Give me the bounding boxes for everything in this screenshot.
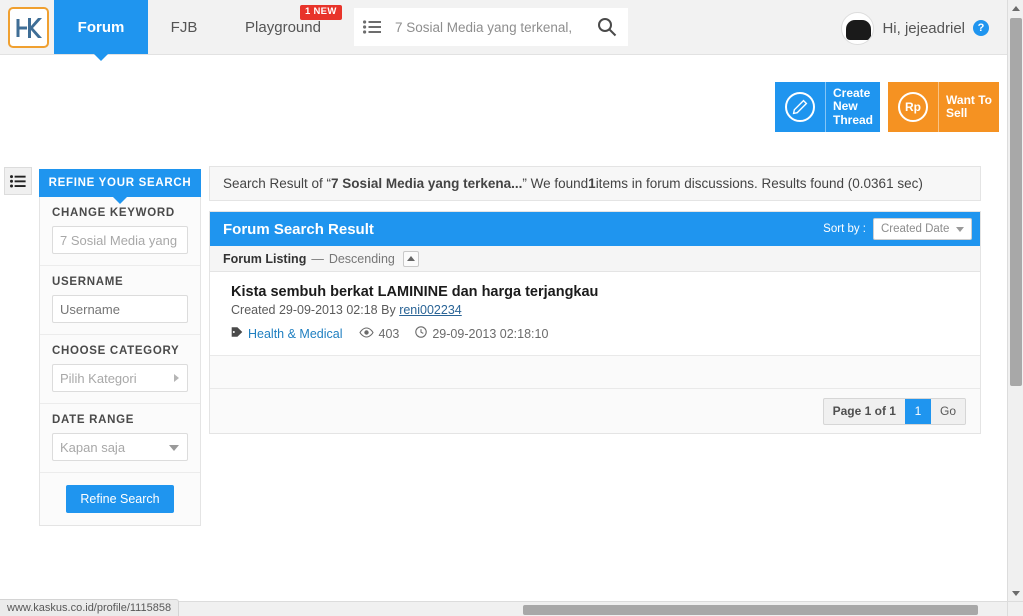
pagination-row: Page 1 of 1 1 Go	[210, 389, 980, 433]
scrollbar-corner	[1007, 601, 1023, 616]
active-tab-caret-icon	[94, 54, 108, 61]
search-info-middle: ” We found	[522, 176, 589, 191]
action-buttons-row: Create New Thread Rp Want To Sell	[775, 82, 999, 132]
create-new-thread-label: Create New Thread	[825, 82, 880, 132]
date-range-value: Kapan saja	[60, 439, 126, 455]
search-info-count: 1	[588, 176, 596, 191]
go-button[interactable]: Go	[930, 398, 965, 424]
user-greeting: Hi, jejeadriel	[882, 19, 965, 37]
result-category[interactable]: Health & Medical	[231, 326, 343, 341]
result-views: 403	[358, 326, 400, 341]
caret-up-icon[interactable]	[402, 250, 419, 267]
refine-header-caret-icon	[113, 197, 127, 204]
field-choose-category: CHOOSE CATEGORY Pilih Kategori	[40, 335, 200, 404]
username-input[interactable]	[52, 295, 188, 323]
tag-icon	[231, 326, 243, 341]
choose-category-select[interactable]: Pilih Kategori	[52, 364, 188, 392]
field-date-range: DATE RANGE Kapan saja	[40, 404, 200, 473]
vertical-scrollbar[interactable]	[1007, 0, 1023, 601]
browser-status-bar: www.kaskus.co.id/profile/1115858	[0, 599, 180, 616]
scroll-up-arrow-icon[interactable]	[1008, 0, 1023, 16]
result-timestamp: 29-09-2013 02:18:10	[415, 326, 548, 341]
refine-your-search-header[interactable]: REFINE YOUR SEARCH	[39, 169, 201, 204]
result-list: Kista sembuh berkat LAMININE dan harga t…	[210, 272, 980, 389]
list-icon[interactable]	[354, 8, 390, 46]
change-keyword-label: CHANGE KEYWORD	[52, 207, 175, 219]
username-label: USERNAME	[52, 276, 124, 288]
question-mark-icon[interactable]: ?	[973, 20, 989, 36]
eye-icon	[358, 326, 374, 341]
want-to-sell-label: Want To Sell	[938, 82, 999, 132]
tab-forum-label: Forum	[77, 18, 125, 36]
date-range-select[interactable]: Kapan saja	[52, 433, 188, 461]
result-tags: Health & Medical 403 29-09-2013 02:18:10	[231, 326, 967, 341]
result-created-text: Created 29-09-2013 02:18 By	[231, 303, 396, 317]
listing-dash: —	[311, 251, 324, 266]
refine-search-sidebar: CHANGE KEYWORD USERNAME CHOOSE CATEGORY …	[39, 169, 201, 526]
date-range-label: DATE RANGE	[52, 414, 135, 426]
rupiah-symbol: Rp	[898, 92, 929, 122]
kaskus-logo-icon[interactable]	[8, 7, 49, 48]
choose-category-label: CHOOSE CATEGORY	[52, 345, 180, 357]
field-username: USERNAME	[40, 266, 200, 335]
field-change-keyword: CHANGE KEYWORD	[40, 197, 200, 266]
sort-by-label: Sort by :	[823, 223, 866, 235]
page-number-1[interactable]: 1	[904, 398, 931, 424]
clock-icon	[415, 326, 428, 341]
scroll-down-arrow-icon[interactable]	[1008, 585, 1023, 601]
browser-viewport: Forum FJB Playground 1 NEW 7 Sosial Medi…	[0, 0, 1023, 616]
search-result-info-bar: Search Result of “ 7 Sosial Media yang t…	[209, 166, 981, 201]
panel-spacer	[210, 356, 980, 389]
search-info-query: 7 Sosial Media yang terkena...	[331, 176, 523, 191]
sort-by-value: Created Date	[881, 223, 950, 235]
tab-playground-label: Playground	[245, 18, 321, 36]
chevron-down-icon	[956, 227, 964, 232]
tab-fjb[interactable]: FJB	[148, 0, 220, 54]
page-indicator: Page 1 of 1	[832, 404, 896, 418]
avatar[interactable]	[841, 11, 875, 45]
refine-footer: Refine Search	[40, 473, 200, 525]
result-timestamp-value: 29-09-2013 02:18:10	[432, 326, 549, 341]
list-item: Kista sembuh berkat LAMININE dan harga t…	[210, 272, 980, 356]
page-title: Forum Search Result	[223, 220, 374, 238]
result-panel-header: Forum Search Result Sort by : Created Da…	[210, 212, 980, 246]
result-author-link[interactable]: reni002234	[399, 303, 462, 317]
search-info-prefix: Search Result of “	[223, 176, 332, 191]
search-icon[interactable]	[586, 8, 628, 46]
search-info-suffix: items in forum discussions. Results foun…	[595, 176, 923, 191]
sort-control: Sort by : Created Date	[823, 218, 972, 240]
top-navigation-bar: Forum FJB Playground 1 NEW 7 Sosial Medi…	[0, 0, 1007, 61]
choose-category-value: Pilih Kategori	[60, 370, 137, 386]
result-thread-title[interactable]: Kista sembuh berkat LAMININE dan harga t…	[231, 284, 967, 300]
search-cluster	[354, 8, 628, 46]
want-to-sell-button[interactable]: Rp Want To Sell	[888, 82, 999, 132]
change-keyword-input[interactable]	[52, 226, 188, 254]
create-new-thread-button[interactable]: Create New Thread	[775, 82, 881, 132]
list-menu-icon[interactable]	[4, 167, 32, 195]
listing-order: Descending	[328, 251, 395, 266]
refine-search-button[interactable]: Refine Search	[66, 485, 174, 513]
rupiah-circle-icon: Rp	[888, 82, 938, 132]
forum-listing-label: Forum Listing	[223, 251, 307, 266]
pagination: Page 1 of 1 1 Go	[822, 397, 966, 425]
forum-listing-bar: Forum Listing — Descending	[210, 246, 980, 272]
vertical-scrollbar-thumb[interactable]	[1010, 18, 1022, 386]
page-content: Forum FJB Playground 1 NEW 7 Sosial Medi…	[0, 0, 1007, 601]
tab-fjb-label: FJB	[170, 18, 198, 36]
playground-new-badge: 1 NEW	[300, 5, 342, 20]
chevron-right-icon	[174, 374, 179, 382]
result-category-label: Health & Medical	[248, 326, 343, 341]
forum-search-result-panel: Forum Search Result Sort by : Created Da…	[209, 211, 981, 434]
horizontal-scrollbar-thumb[interactable]	[523, 605, 978, 615]
result-views-count: 403	[378, 326, 400, 341]
search-input[interactable]	[390, 14, 586, 40]
refine-header-label: REFINE YOUR SEARCH	[48, 177, 192, 189]
tab-forum[interactable]: Forum	[54, 0, 148, 61]
sort-by-select[interactable]: Created Date	[873, 218, 972, 240]
user-area[interactable]: Hi, jejeadriel ?	[841, 10, 989, 46]
pencil-circle-icon	[775, 82, 825, 132]
result-meta: Created 29-09-2013 02:18 By reni002234	[231, 303, 967, 317]
chevron-down-icon	[169, 445, 179, 451]
